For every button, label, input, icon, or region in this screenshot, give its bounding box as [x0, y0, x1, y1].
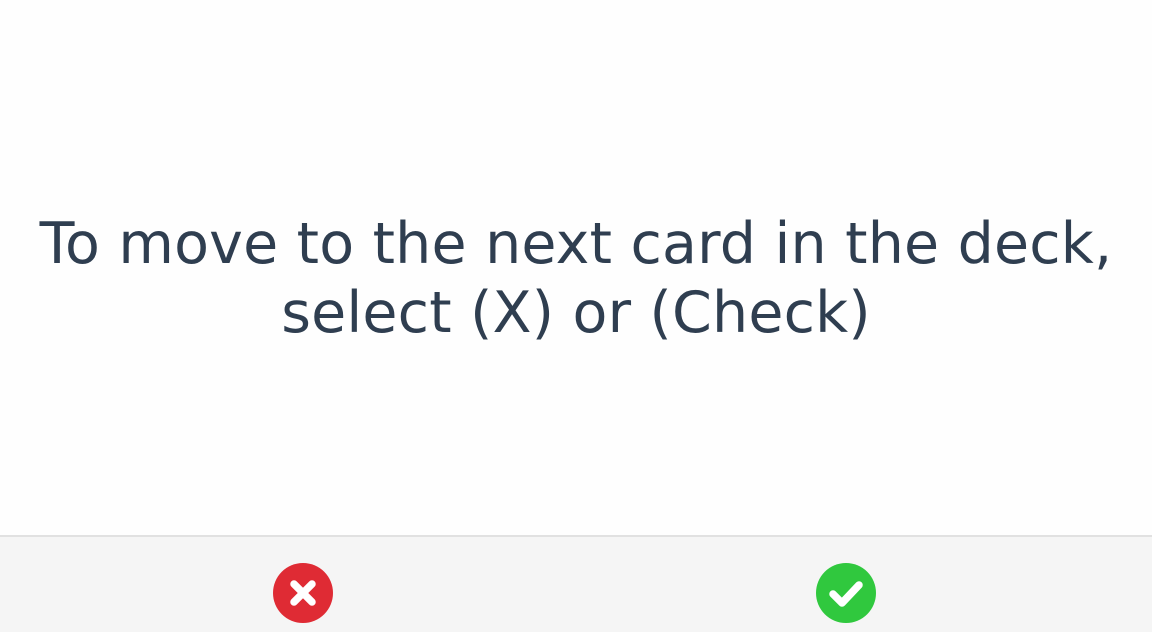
- flashcard: To move to the next card in the deck, se…: [0, 0, 1152, 535]
- x-icon: [290, 580, 316, 606]
- card-instruction-text: To move to the next card in the deck, se…: [26, 210, 1126, 348]
- card-text-line-2: select (X) or (Check): [281, 279, 871, 346]
- card-action-bar: [0, 535, 1152, 632]
- card-text-line-1: To move to the next card in the deck,: [39, 210, 1113, 277]
- check-icon: [829, 581, 863, 607]
- mark-wrong-button[interactable]: [273, 563, 333, 623]
- mark-correct-button[interactable]: [816, 563, 876, 623]
